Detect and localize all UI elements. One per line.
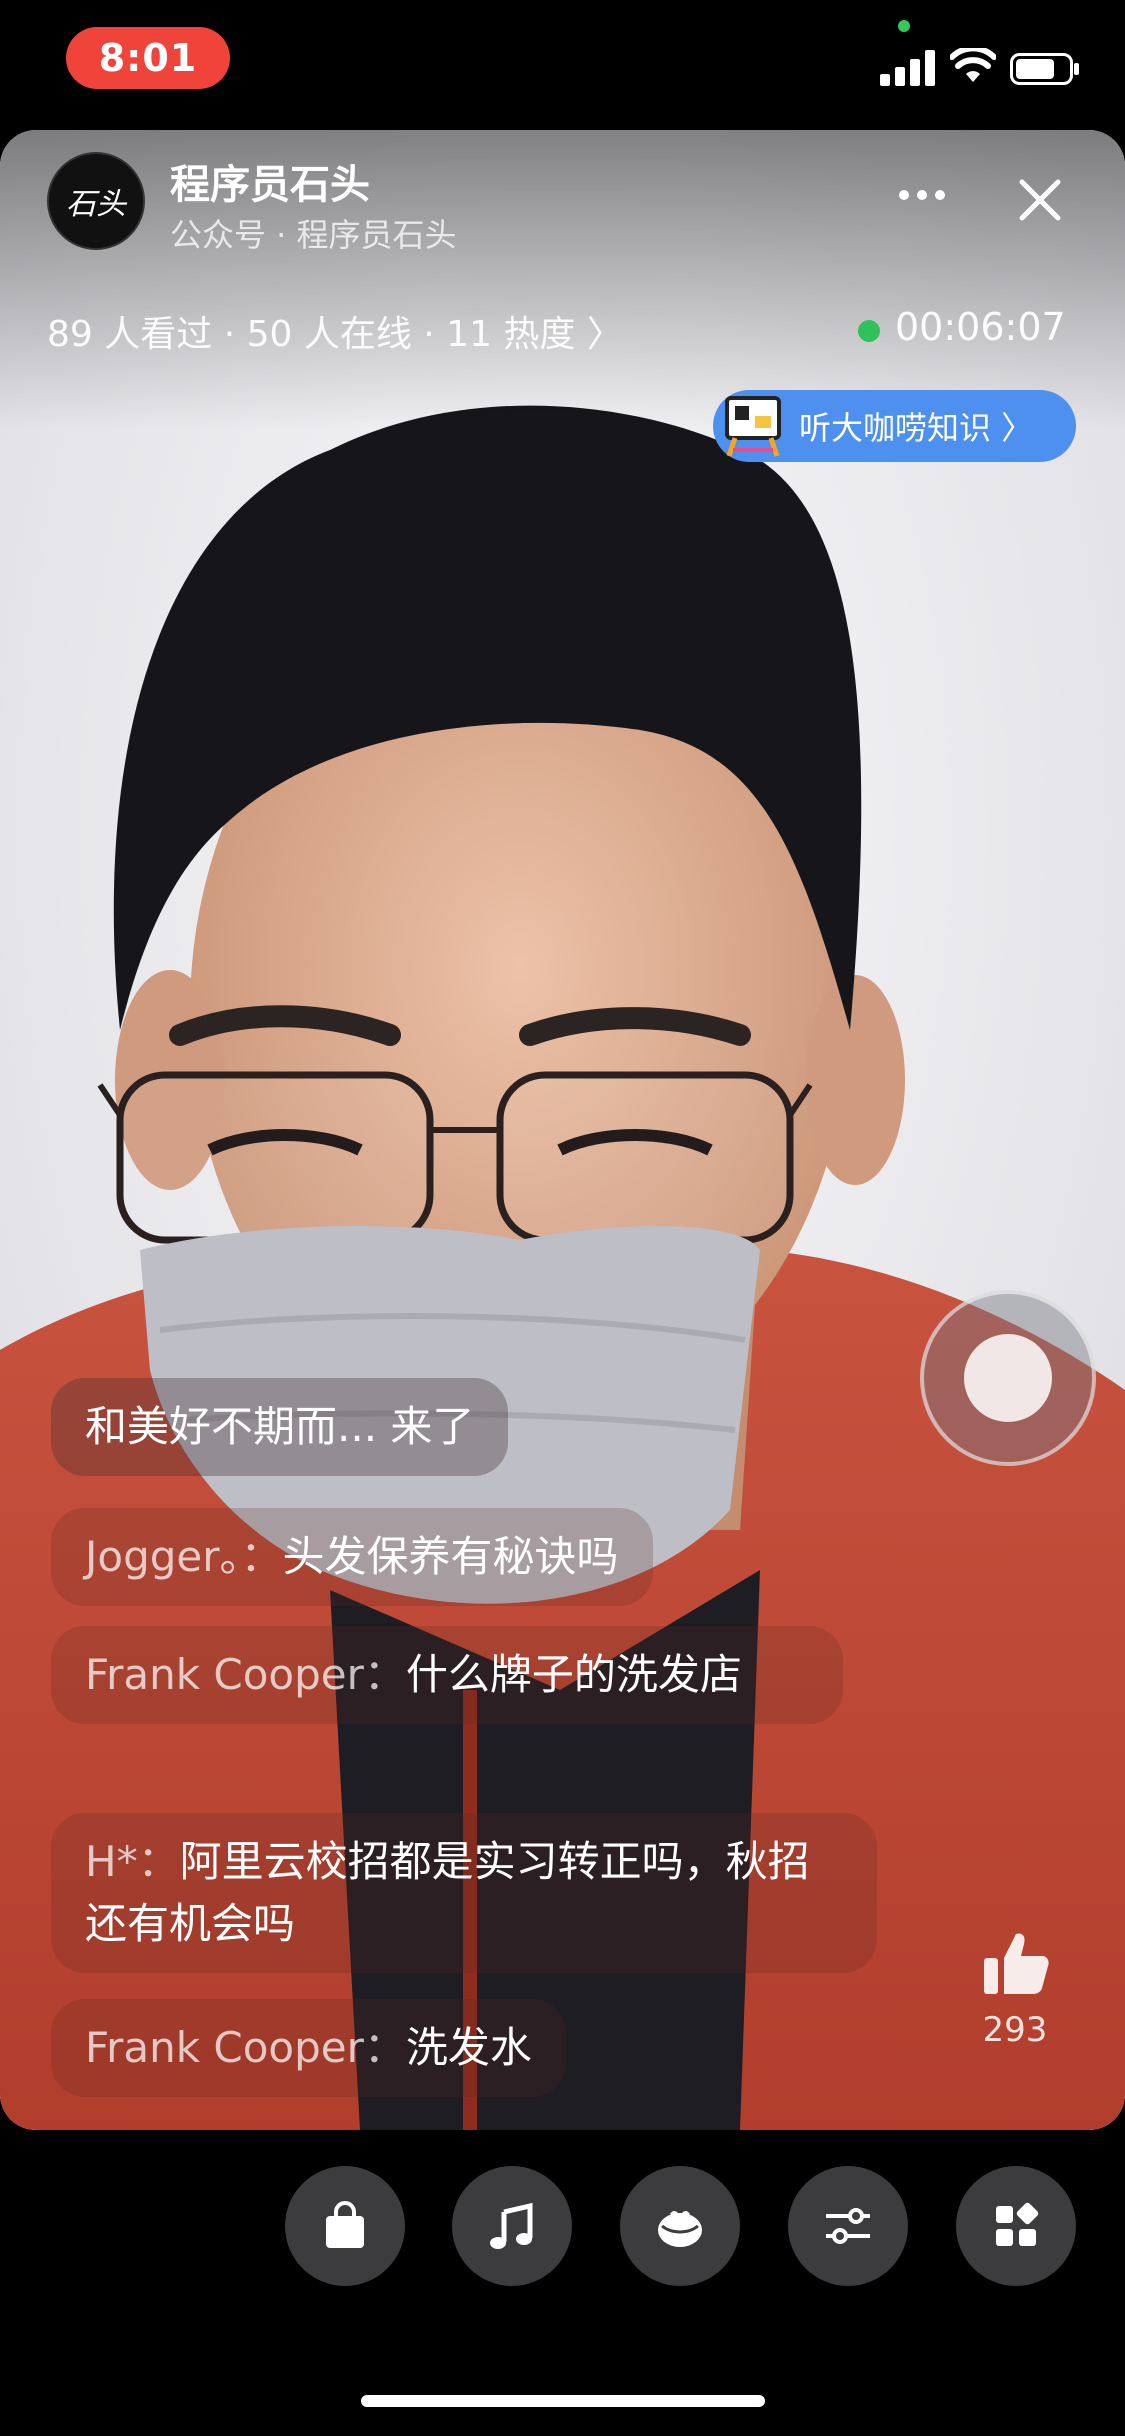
more-options-button[interactable] <box>890 170 954 220</box>
live-indicator-dot <box>858 320 880 342</box>
promo-banner-button[interactable]: 听大咖唠知识 〉 <box>713 390 1076 462</box>
header-gradient-overlay <box>0 130 1125 430</box>
close-icon[interactable] <box>1010 170 1070 230</box>
comment-text: 阿里云校招都是实习转正吗，秋招还有机会吗 <box>85 1837 810 1948</box>
join-notification: 和美好不期而... 来了 <box>51 1378 509 1476</box>
status-bar: 8:01 <box>0 0 1125 130</box>
wifi-icon <box>950 48 996 82</box>
like-count: 293 <box>982 2010 1048 2050</box>
comment-text: 什么牌子的洗发店 <box>405 1650 742 1699</box>
music-button[interactable] <box>452 2166 572 2286</box>
comment-user: Frank Cooper： <box>85 1650 406 1699</box>
status-time: 8:01 <box>66 27 230 89</box>
more-dots-icon <box>899 190 909 200</box>
gift-icon <box>658 2210 702 2247</box>
comment-item[interactable]: Frank Cooper：洗发水 <box>51 1999 566 2097</box>
live-duration: 00:06:07 <box>895 305 1066 349</box>
beauty-settings-button[interactable] <box>788 2166 908 2286</box>
floating-assistive-button[interactable] <box>920 1290 1096 1466</box>
sliders-icon <box>826 2208 870 2244</box>
comment-item[interactable]: Jogger。：头发保养有秘诀吗 <box>51 1508 653 1606</box>
comment-item[interactable]: H*：阿里云校招都是实习转正吗，秋招还有机会吗 <box>51 1813 877 1973</box>
account-avatar[interactable]: 石头 <box>47 152 145 250</box>
signal-icon <box>880 50 935 86</box>
music-note-icon <box>490 2202 533 2249</box>
gift-button[interactable] <box>620 2166 740 2286</box>
easel-icon <box>725 396 781 457</box>
comment-user: Jogger。： <box>85 1532 283 1581</box>
thumbs-up-icon[interactable] <box>980 1928 1050 1998</box>
comment-user: Frank Cooper： <box>85 2023 406 2072</box>
apps-icon <box>996 2202 1039 2246</box>
comment-user: H*： <box>85 1837 180 1886</box>
battery-icon <box>1010 53 1079 85</box>
comment-item[interactable]: Frank Cooper：什么牌子的洗发店 <box>51 1626 843 1724</box>
home-indicator[interactable] <box>361 2395 765 2407</box>
more-apps-button[interactable] <box>956 2166 1076 2286</box>
shopping-bag-icon <box>326 2201 364 2248</box>
account-name[interactable]: 程序员石头 <box>170 152 370 210</box>
live-stream-view[interactable]: 石头 程序员石头 公众号 · 程序员石头 89 人看过 · 50 人在线 · 1… <box>0 130 1125 2130</box>
account-subtitle: 公众号 · 程序员石头 <box>170 216 457 254</box>
privacy-indicator-dot <box>898 20 910 32</box>
comment-text: 洗发水 <box>405 2023 532 2072</box>
viewer-stats-link[interactable]: 89 人看过 · 50 人在线 · 11 热度 〉 <box>47 305 623 357</box>
comment-text: 头发保养有秘诀吗 <box>282 1532 619 1581</box>
promo-banner-label: 听大咖唠知识 〉 <box>799 409 1034 447</box>
shop-button[interactable] <box>285 2166 405 2286</box>
